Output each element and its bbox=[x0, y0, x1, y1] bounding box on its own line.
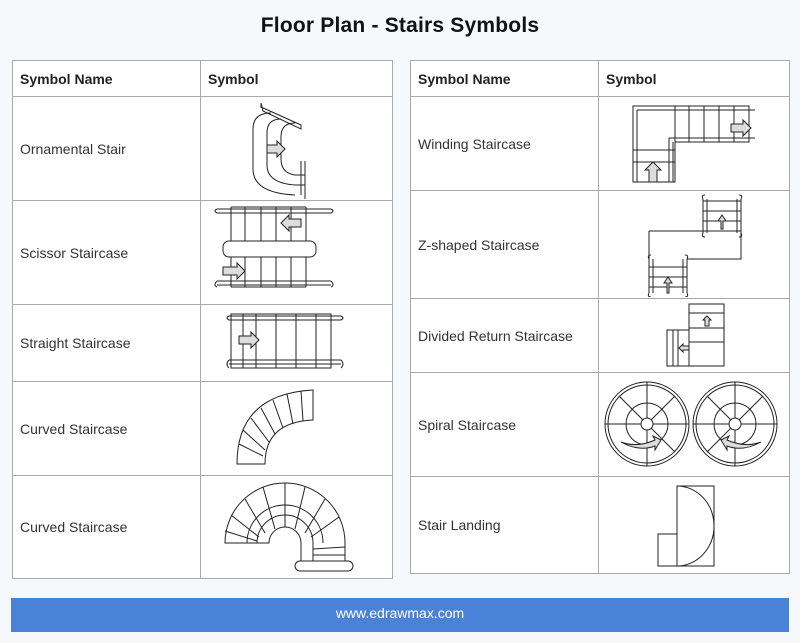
table-row: Z-shaped Staircase bbox=[410, 190, 790, 299]
symbols-table-left: Symbol Name Symbol Ornamental Stair Scis… bbox=[12, 60, 393, 579]
table-header-row: Symbol Name Symbol bbox=[410, 60, 790, 97]
symbol-name: Stair Landing bbox=[410, 476, 599, 574]
divided-return-staircase-icon bbox=[599, 300, 789, 372]
table-row: Winding Staircase bbox=[410, 96, 790, 191]
symbol-name: Spiral Staircase bbox=[410, 372, 599, 477]
column-header-symbol: Symbol bbox=[200, 60, 393, 97]
page-title: Floor Plan - Stairs Symbols bbox=[260, 14, 540, 37]
table-row: Ornamental Stair bbox=[12, 96, 393, 201]
symbol-name: Curved Staircase bbox=[12, 381, 201, 476]
ornamental-stair-icon bbox=[201, 99, 392, 199]
spiral-staircase-icon bbox=[599, 375, 789, 475]
table-row: Curved Staircase bbox=[12, 475, 393, 579]
column-header-symbol-name: Symbol Name bbox=[12, 60, 201, 97]
table-row: Straight Staircase bbox=[12, 304, 393, 382]
symbol-name: Ornamental Stair bbox=[12, 96, 201, 201]
straight-staircase-icon bbox=[201, 306, 392, 380]
table-row: Scissor Staircase bbox=[12, 200, 393, 305]
table-row: Stair Landing bbox=[410, 476, 790, 574]
spiral-right bbox=[693, 382, 777, 466]
stair-landing-icon bbox=[599, 478, 789, 572]
symbol-name: Straight Staircase bbox=[12, 304, 201, 382]
symbol-name: Scissor Staircase bbox=[12, 200, 201, 305]
column-header-symbol-name: Symbol Name bbox=[410, 60, 599, 97]
spiral-left bbox=[605, 382, 689, 466]
table-row: Divided Return Staircase bbox=[410, 298, 790, 373]
table-row: Curved Staircase bbox=[12, 381, 393, 476]
symbol-name: Divided Return Staircase bbox=[410, 298, 599, 373]
symbol-name: Winding Staircase bbox=[410, 96, 599, 191]
z-shaped-staircase-icon bbox=[599, 193, 789, 297]
symbol-name: Curved Staircase bbox=[12, 475, 201, 579]
table-row: Spiral Staircase bbox=[410, 372, 790, 477]
symbol-name: Z-shaped Staircase bbox=[410, 190, 599, 299]
footer-website-link[interactable]: www.edrawmax.com bbox=[11, 598, 789, 632]
scissor-staircase-icon bbox=[201, 203, 392, 303]
table-header-row: Symbol Name Symbol bbox=[12, 60, 393, 97]
curved-staircase-icon bbox=[201, 384, 392, 474]
column-header-symbol: Symbol bbox=[598, 60, 790, 97]
symbols-table-right: Symbol Name Symbol Winding Staircase Z-s… bbox=[410, 60, 790, 574]
winding-staircase-icon bbox=[599, 98, 789, 190]
curved-staircase-landing-icon bbox=[201, 477, 392, 577]
